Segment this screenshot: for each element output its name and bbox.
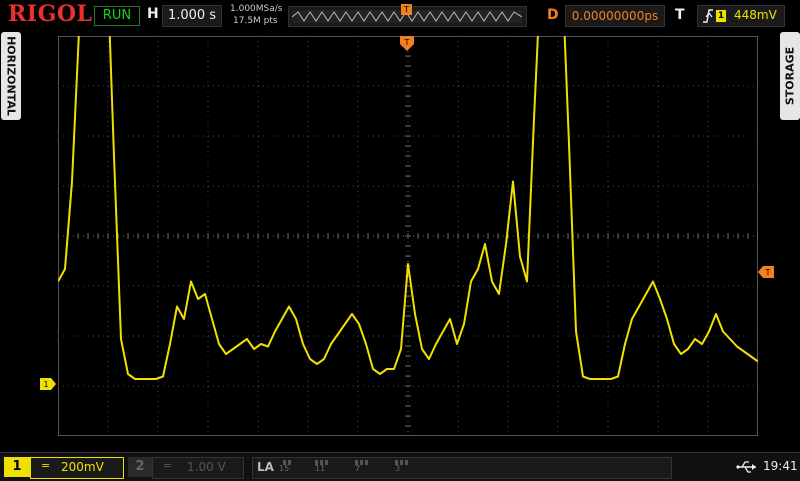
ch2-button[interactable]: 2 (128, 457, 152, 477)
la-channel-label: 15 (279, 464, 290, 473)
trigger-source-badge: 1 (716, 10, 726, 22)
ch1-offset-marker[interactable]: 1 (40, 378, 56, 390)
top-status-bar: RIGOL RUN H 1.000 s 1.000MSa/s 17.5M pts… (0, 0, 800, 30)
rising-edge-icon (703, 9, 713, 23)
trigger-level-marker-label: T (765, 268, 771, 277)
trigger-time-marker[interactable]: T (400, 36, 414, 52)
ch2-coupling-icon: = (163, 459, 173, 472)
delay-value[interactable]: 0.00000000ps (565, 5, 665, 27)
ch1-button[interactable]: 1 (4, 457, 30, 477)
system-clock: 19:41 (763, 459, 798, 473)
horizontal-menu-tab[interactable]: HORIZONTAL (1, 32, 21, 120)
la-label: LA (257, 460, 274, 474)
delay-label: D (547, 7, 559, 23)
channel-status-bar: 1 = 200mV 2 = 1.00 V LA 15 11 7 3 19:41 (0, 452, 800, 481)
ch2-settings[interactable]: = 1.00 V (152, 457, 244, 479)
trigger-position-marker[interactable]: T (401, 4, 412, 15)
horizontal-menu-label: HORIZONTAL (4, 36, 18, 116)
ch1-coupling-icon: = (41, 459, 51, 472)
brand-logo: RIGOL (8, 1, 93, 27)
trigger-label: T (675, 7, 685, 23)
ch1-waveform-trace (58, 36, 758, 380)
memory-depth: 17.5M pts (233, 16, 278, 26)
timebase-value[interactable]: 1.000 s (162, 5, 222, 27)
storage-menu-tab[interactable]: STORAGE (780, 32, 800, 120)
storage-menu-label: STORAGE (783, 46, 797, 106)
waveform-display[interactable] (58, 36, 758, 436)
ch1-settings[interactable]: = 200mV (30, 457, 124, 479)
logic-analyzer-panel[interactable]: LA 15 11 7 3 (252, 457, 672, 479)
trigger-level-value: 448mV (734, 8, 777, 22)
ch2-vertical-scale: 1.00 V (187, 460, 226, 474)
trigger-time-marker-label: T (404, 38, 410, 47)
trigger-level-marker[interactable]: T (758, 266, 774, 278)
sample-rate: 1.000MSa/s (230, 4, 283, 14)
trigger-settings[interactable]: 1 448mV (697, 5, 785, 27)
la-channel-label: 3 (395, 464, 401, 473)
la-channel-label: 11 (315, 464, 326, 473)
run-status-badge[interactable]: RUN (94, 6, 140, 26)
horizontal-label: H (147, 6, 159, 22)
ch1-offset-marker-label: 1 (43, 380, 48, 389)
la-channel-label: 7 (355, 464, 361, 473)
ch1-vertical-scale: 200mV (61, 460, 104, 474)
usb-icon (736, 461, 756, 473)
